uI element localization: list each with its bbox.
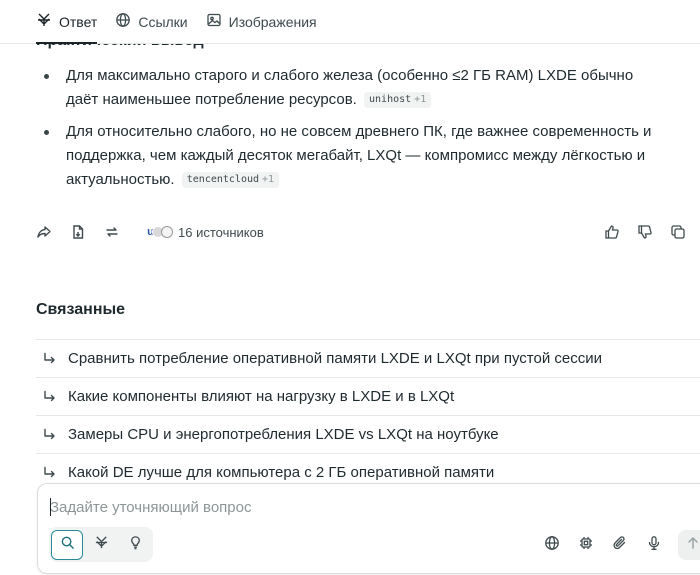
- tab-links[interactable]: Ссылки: [115, 0, 199, 44]
- lightbulb-icon: [128, 535, 143, 555]
- subdirectory-arrow-icon: [42, 466, 56, 480]
- related-title: Связанные: [36, 301, 126, 318]
- related-item[interactable]: Какие компоненты влияют на нагрузку в LX…: [36, 377, 700, 415]
- tab-images[interactable]: Изображения: [206, 0, 329, 44]
- follow-up-composer: [37, 483, 700, 574]
- arrow-up-icon: [686, 536, 700, 555]
- send-button[interactable]: [678, 530, 700, 560]
- research-icon: [94, 535, 109, 555]
- related-list: Сравнить потребление оперативной памяти …: [36, 339, 700, 491]
- related-item-label: Замеры CPU и энергопотребления LXDE vs L…: [68, 426, 499, 443]
- citation-source: tencentcloud: [186, 174, 260, 185]
- microphone-icon[interactable]: [646, 535, 662, 551]
- answer-bullets: Для максимально старого и слабого железа…: [36, 64, 656, 200]
- globe-icon[interactable]: [544, 535, 560, 551]
- answer-actions: u 16 источников: [36, 220, 686, 244]
- globe-icon: [115, 12, 131, 31]
- citation-chip[interactable]: unihost +1: [364, 92, 432, 108]
- search-mode-selector: [49, 527, 153, 562]
- tab-images-label: Изображения: [228, 13, 317, 30]
- related-item-label: Сравнить потребление оперативной памяти …: [68, 350, 602, 367]
- citation-chip[interactable]: tencentcloud +1: [181, 172, 280, 188]
- related-item[interactable]: Сравнить потребление оперативной памяти …: [36, 339, 700, 377]
- citation-extra: +1: [262, 174, 275, 185]
- labs-mode-button[interactable]: [119, 530, 151, 560]
- subdirectory-arrow-icon: [42, 352, 56, 366]
- answer-icon: [36, 12, 52, 31]
- share-icon[interactable]: [36, 224, 52, 240]
- export-icon[interactable]: [70, 224, 86, 240]
- list-item: Для относительно слабого, но не совсем д…: [36, 120, 656, 192]
- research-mode-button[interactable]: [85, 530, 117, 560]
- search-mode-button[interactable]: [51, 529, 84, 560]
- sources-button[interactable]: u 16 источников: [146, 225, 264, 240]
- related-item[interactable]: Замеры CPU и энергопотребления LXDE vs L…: [36, 415, 700, 453]
- list-item: Для максимально старого и слабого железа…: [36, 64, 656, 112]
- copy-icon[interactable]: [670, 224, 686, 240]
- thumbs-down-icon[interactable]: [637, 224, 653, 240]
- chip-icon[interactable]: [578, 535, 594, 551]
- thumbs-up-icon[interactable]: [604, 224, 620, 240]
- follow-up-input[interactable]: [50, 496, 650, 518]
- subdirectory-arrow-icon: [42, 428, 56, 442]
- composer-tools: [544, 535, 662, 551]
- rewrite-icon[interactable]: [104, 224, 120, 240]
- related-item-label: Какие компоненты влияют на нагрузку в LX…: [68, 388, 455, 405]
- source-avatars: u: [146, 226, 173, 238]
- answer-tabs: Ответ Ссылки Изображения: [0, 0, 700, 44]
- tab-answer-label: Ответ: [59, 13, 98, 30]
- tab-links-label: Ссылки: [138, 13, 188, 30]
- image-icon: [206, 12, 222, 31]
- paperclip-icon[interactable]: [612, 535, 628, 551]
- bullet-text: Для относительно слабого, но не совсем д…: [66, 123, 652, 188]
- tab-answer[interactable]: Ответ: [36, 0, 109, 44]
- source-avatar: [161, 226, 173, 238]
- text-caret: [50, 498, 51, 516]
- subdirectory-arrow-icon: [42, 390, 56, 404]
- search-icon: [60, 535, 75, 555]
- citation-extra: +1: [414, 94, 427, 105]
- citation-source: unihost: [369, 94, 412, 105]
- sources-count-label: 16 источников: [178, 224, 264, 240]
- bullet-text: Для максимально старого и слабого железа…: [66, 67, 634, 108]
- related-item-label: Какой DE лучше для компьютера с 2 ГБ опе…: [68, 464, 495, 481]
